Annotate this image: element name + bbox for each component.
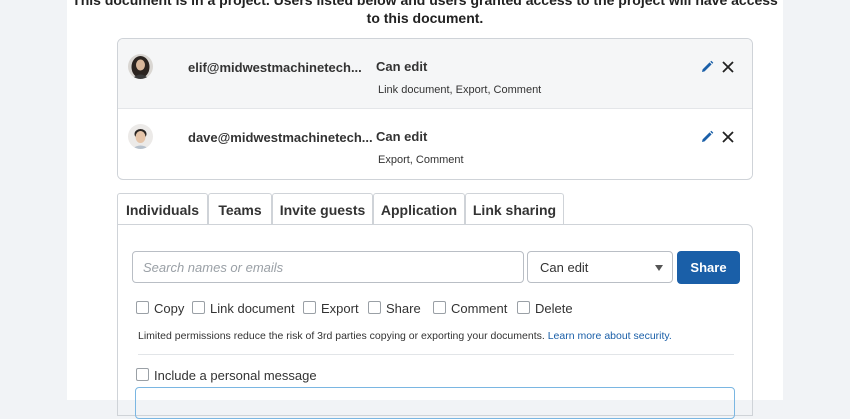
checkbox-label: Link document [210,301,295,316]
share-dialog: This document is in a project. Users lis… [67,0,783,419]
member-row: dave@midwestmachinetech... Can edit Expo… [118,109,752,178]
tab-link-sharing[interactable]: Link sharing [465,193,564,224]
checkbox-box[interactable] [136,368,149,381]
tab-individuals[interactable]: Individuals [117,193,208,225]
notice-line-1: This document is in a project. Users lis… [72,0,778,8]
checkbox-label: Delete [535,301,573,316]
project-access-notice: This document is in a project. Users lis… [67,0,783,27]
divider [138,354,734,355]
checkbox-share[interactable]: Share [368,301,421,317]
checkbox-link-document[interactable]: Link document [192,301,295,317]
caret-down-icon [655,265,663,271]
tab-invite-guests[interactable]: Invite guests [272,193,373,224]
checkbox-comment[interactable]: Comment [433,301,507,317]
pencil-icon[interactable] [700,60,714,74]
checkbox-box[interactable] [136,301,149,314]
checkbox-box[interactable] [368,301,381,314]
checkbox-personal-message[interactable]: Include a personal message [136,368,317,383]
individuals-panel: Can edit Share Copy Link document Export… [117,224,753,419]
checkbox-box[interactable] [192,301,205,314]
avatar [128,54,153,79]
checkbox-label: Include a personal message [154,368,317,383]
checkbox-delete[interactable]: Delete [517,301,573,317]
search-input[interactable] [132,251,524,283]
checkbox-label: Comment [451,301,508,316]
security-hint: Limited permissions reduce the risk of 3… [138,330,672,342]
checkbox-export[interactable]: Export [303,301,359,317]
tab-teams[interactable]: Teams [208,193,272,224]
permission-select[interactable]: Can edit [527,251,673,283]
close-icon[interactable] [721,60,735,74]
member-row: elif@midwestmachinetech... Can edit Link… [118,39,752,109]
checkbox-label: Export [321,301,359,316]
checkbox-copy[interactable]: Copy [136,301,184,317]
tab-application[interactable]: Application [373,193,465,224]
personal-message-input[interactable] [135,387,735,419]
checkbox-box[interactable] [433,301,446,314]
notice-line-2: to this document. [366,10,484,26]
checkbox-box[interactable] [303,301,316,314]
learn-more-link[interactable]: Learn more about security. [548,330,672,342]
hint-text: Limited permissions reduce the risk of 3… [138,330,548,342]
member-permission-details: Export, Comment [378,154,464,166]
close-icon[interactable] [721,130,735,144]
checkbox-label: Copy [154,301,185,316]
pencil-icon[interactable] [700,130,714,144]
member-permission: Can edit [376,129,428,144]
member-email: elif@midwestmachinetech... [188,60,362,75]
member-permission: Can edit [376,59,428,74]
checkbox-box[interactable] [517,301,530,314]
avatar [128,124,153,149]
member-email: dave@midwestmachinetech... [188,130,373,145]
member-list: elif@midwestmachinetech... Can edit Link… [117,38,753,180]
checkbox-label: Share [386,301,421,316]
share-button[interactable]: Share [677,251,740,284]
permission-select-value: Can edit [540,260,589,275]
member-permission-details: Link document, Export, Comment [378,84,542,96]
